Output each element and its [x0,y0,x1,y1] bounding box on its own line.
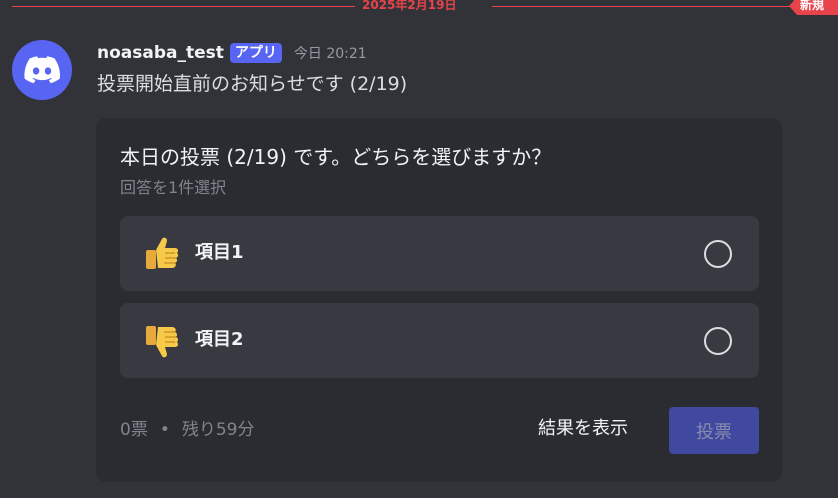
divider-date: 2025年2月19日 [362,0,457,12]
thumbs-up-icon [146,237,179,269]
new-messages-divider: 2025年2月19日 [0,0,838,14]
avatar[interactable] [12,40,72,100]
separator-dot: • [159,420,170,440]
timestamp: 今日 20:21 [293,46,367,62]
message-header: noasaba_test アプリ 今日 20:21 [97,40,367,66]
poll-option-1[interactable]: 項目1 [120,216,759,291]
discord-logo-icon [24,56,60,84]
thumbs-down-icon [146,326,179,358]
poll-card: 本日の投票 (2/19) です。どちらを選びますか？ 回答を1件選択 項目1 項… [96,118,782,482]
divider-line-right [492,6,797,7]
poll-status: 0票 • 残り59分 [120,418,255,442]
new-badge-label: 新規 [800,0,825,12]
poll-option-label: 項目2 [195,329,244,350]
poll-option-label: 項目1 [195,242,244,263]
divider-line-left [12,6,355,7]
new-badge: 新規 [789,0,838,15]
time-remaining: 残り59分 [181,420,255,440]
poll-option-2[interactable]: 項目2 [120,303,759,378]
poll-option-radio[interactable] [704,240,732,268]
username[interactable]: noasaba_test [97,43,224,63]
poll-question: 本日の投票 (2/19) です。どちらを選びますか？ [120,145,552,169]
message-text: 投票開始直前のお知らせです (2/19) [97,73,408,95]
poll-subtitle: 回答を1件選択 [120,178,227,197]
vote-count: 0票 [120,420,148,440]
poll-option-radio[interactable] [704,327,732,355]
show-results-button[interactable]: 結果を表示 [538,414,628,444]
vote-button[interactable]: 投票 [669,407,759,454]
app-tag: アプリ [229,43,282,63]
